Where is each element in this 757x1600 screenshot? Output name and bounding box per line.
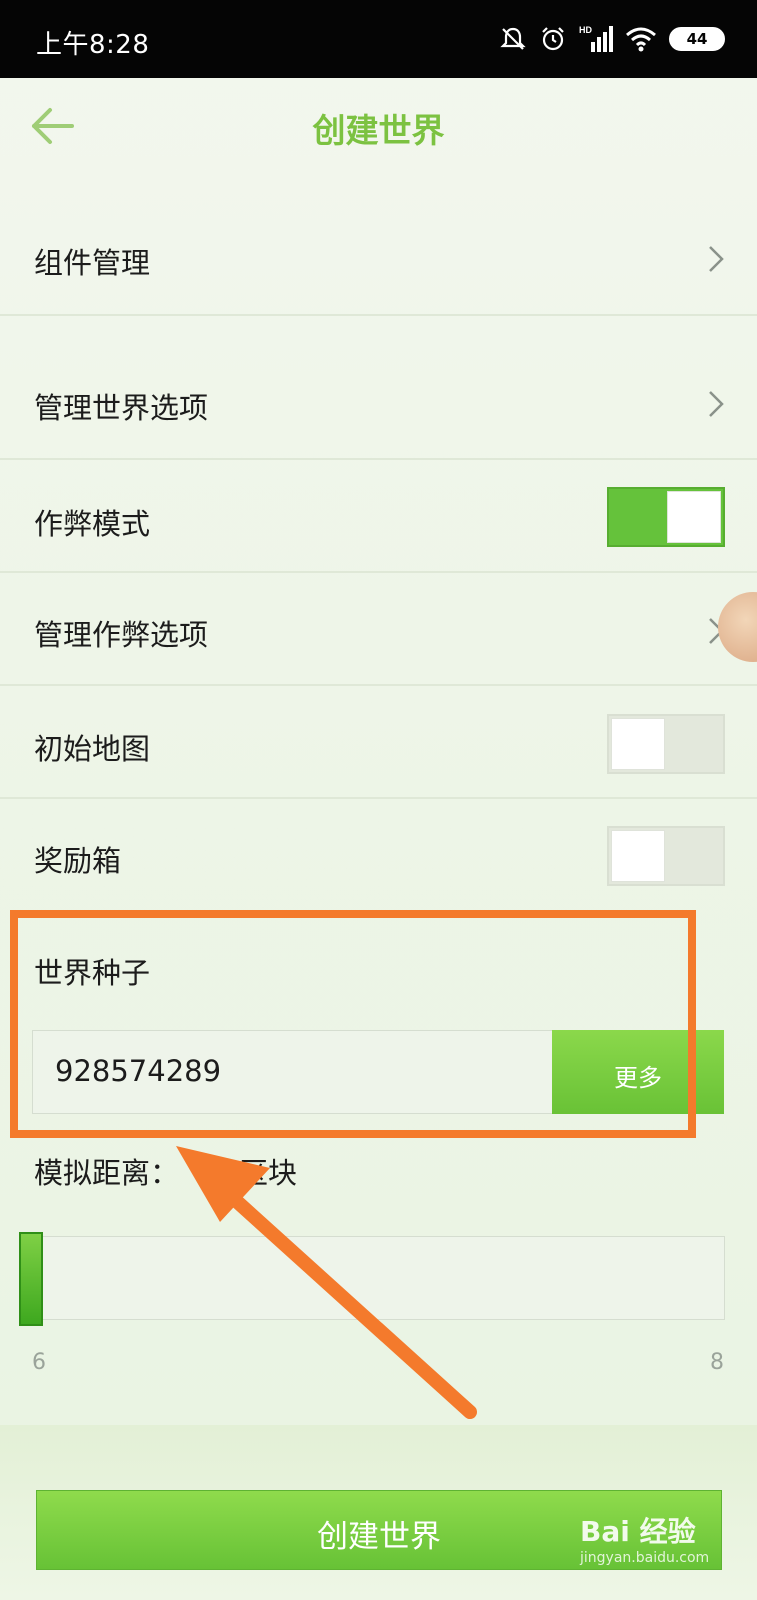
simulation-distance-slider[interactable] xyxy=(20,1236,725,1320)
bonus-chest-label: 奖励箱 xyxy=(34,844,122,878)
addon-management-label: 组件管理 xyxy=(34,246,151,280)
wifi-icon xyxy=(626,27,656,52)
manage-cheat-options-row[interactable]: 管理作弊选项 xyxy=(0,600,757,660)
status-icons: HD 44 xyxy=(499,22,725,56)
world-seed-value: 928574289 xyxy=(55,1054,222,1088)
page-title: 创建世界 xyxy=(312,111,445,150)
simulation-distance-section: 模拟距离： 区块 xyxy=(0,1150,757,1190)
baidu-watermark: Bai 经验 jingyan.baidu.com xyxy=(580,1510,709,1566)
status-bar: 上午8:28 HD 44 xyxy=(0,0,757,78)
cheat-mode-label: 作弊模式 xyxy=(34,507,151,541)
divider xyxy=(0,314,757,316)
manage-world-options-row[interactable]: 管理世界选项 xyxy=(0,375,757,435)
simulation-distance-suffix: 区块 xyxy=(239,1156,298,1190)
world-seed-section: 世界种子 xyxy=(0,950,757,990)
toggle-knob xyxy=(667,491,721,543)
manage-world-options-label: 管理世界选项 xyxy=(34,391,209,425)
hd-signal-icon: HD xyxy=(579,25,613,52)
slider-thumb[interactable] xyxy=(19,1232,43,1326)
bonus-chest-row: 奖励箱 xyxy=(0,826,757,888)
chevron-right-icon xyxy=(709,391,724,417)
divider xyxy=(0,684,757,686)
status-time: 上午8:28 xyxy=(36,30,150,60)
mute-icon xyxy=(500,27,526,50)
slider-max-label: 8 xyxy=(710,1350,724,1375)
app-header: 创建世界 xyxy=(0,78,757,174)
divider xyxy=(0,571,757,573)
starter-map-label: 初始地图 xyxy=(34,732,151,766)
battery-level: 44 xyxy=(686,30,708,48)
battery-icon: 44 xyxy=(669,27,725,51)
divider xyxy=(0,797,757,799)
divider xyxy=(0,458,757,460)
cheat-mode-toggle[interactable] xyxy=(607,487,725,547)
addon-management-row[interactable]: 组件管理 xyxy=(0,230,757,290)
more-button[interactable]: 更多 xyxy=(552,1030,724,1114)
chevron-right-icon xyxy=(709,246,724,272)
simulation-distance-prefix: 模拟距离： xyxy=(34,1156,180,1190)
starter-map-row: 初始地图 xyxy=(0,714,757,776)
starter-map-toggle[interactable] xyxy=(607,714,725,774)
slider-min-label: 6 xyxy=(32,1350,46,1375)
watermark-url: jingyan.baidu.com xyxy=(580,1550,710,1566)
cheat-mode-row: 作弊模式 xyxy=(0,487,757,549)
toggle-knob xyxy=(611,830,665,882)
world-seed-label: 世界种子 xyxy=(34,956,151,990)
world-seed-input[interactable]: 928574289 xyxy=(32,1030,555,1114)
svg-text:HD: HD xyxy=(579,25,592,35)
manage-cheat-options-label: 管理作弊选项 xyxy=(34,618,209,652)
toggle-knob xyxy=(611,718,665,770)
alarm-icon xyxy=(542,27,564,51)
simulation-distance-label: 模拟距离： 区块 xyxy=(34,1150,297,1192)
bonus-chest-toggle[interactable] xyxy=(607,826,725,886)
watermark-brand: Bai 经验 xyxy=(580,1515,696,1548)
